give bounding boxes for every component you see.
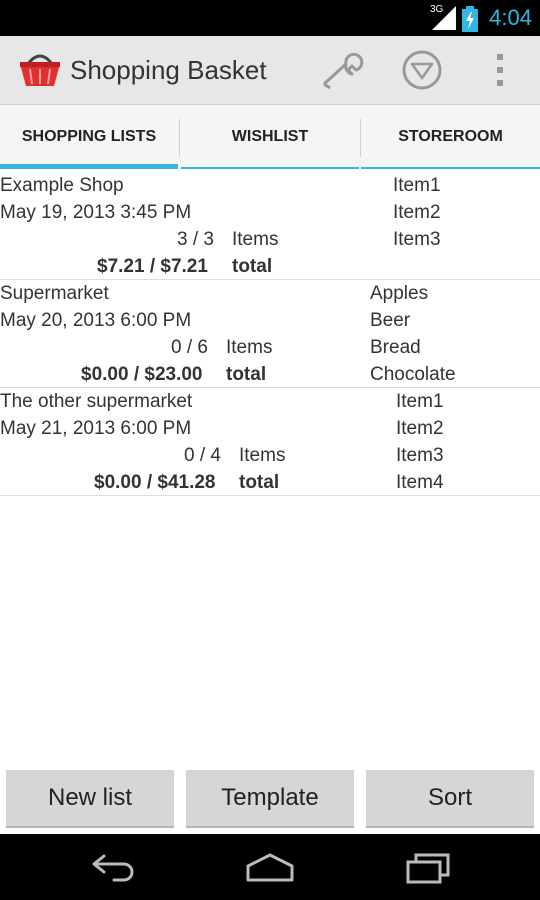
list-date: May 21, 2013 6:00 PM [0,418,192,439]
list-item: Chocolate [370,364,456,385]
tab-shopping-lists[interactable]: SHOPPING LISTS [0,105,178,169]
list-item: Item2 [396,418,444,439]
recent-apps-icon[interactable] [404,850,454,884]
list-row-example-shop[interactable]: Example Shop May 19, 2013 3:45 PM 3 / 3 … [0,172,540,280]
items-label: Items [232,229,279,250]
template-button[interactable]: Template [186,770,354,828]
total-label: total [239,472,280,493]
list-item: Beer [370,310,411,331]
tab-indicator [361,167,540,169]
clock: 4:04 [489,5,532,30]
list-name: Supermarket [0,283,109,304]
list-item: Item4 [396,472,444,493]
battery-charging-icon [462,6,478,32]
tab-bar: SHOPPING LISTS WISHLIST STOREROOM [0,105,540,169]
basket-icon [20,54,60,86]
tab-indicator [181,167,359,169]
back-icon[interactable] [90,852,138,882]
sort-button[interactable]: Sort [366,770,534,828]
bottom-button-bar: New list Template Sort [0,770,540,832]
item-count: 0 / 6 [171,337,208,358]
wrench-icon[interactable] [318,50,368,90]
list-item: Item3 [396,445,444,466]
shopping-lists: Example Shop May 19, 2013 3:45 PM 3 / 3 … [0,172,540,496]
tab-indicator [0,164,178,169]
total-label: total [232,256,273,277]
tab-label: SHOPPING LISTS [21,128,157,145]
price-summary: $7.21 / $7.21 [97,256,208,277]
items-label: Items [226,337,273,358]
filter-icon[interactable] [400,48,444,92]
list-item: Item1 [396,391,444,412]
tab-divider [179,119,180,157]
price-summary: $0.00 / $23.00 [81,364,203,385]
list-row-the-other-supermarket[interactable]: The other supermarket May 21, 2013 6:00 … [0,388,540,496]
system-nav-bar [0,834,540,900]
status-bar: 3G 4:04 [0,0,540,36]
list-item: Apples [370,283,429,304]
list-date: May 20, 2013 6:00 PM [0,310,192,331]
list-item: Item1 [393,175,441,196]
list-name: Example Shop [0,175,124,196]
app-title: Shopping Basket [70,55,267,85]
list-name: The other supermarket [0,391,193,412]
list-item: Item2 [393,202,441,223]
list-row-supermarket[interactable]: Supermarket May 20, 2013 6:00 PM 0 / 6 I… [0,280,540,388]
list-item: Bread [370,337,421,358]
items-label: Items [239,445,286,466]
tab-wishlist[interactable]: WISHLIST [181,105,359,169]
total-label: total [226,364,267,385]
tab-label: STOREROOM [398,128,503,145]
list-item: Item3 [393,229,441,250]
home-icon[interactable] [244,852,296,882]
overflow-menu-icon[interactable] [488,52,512,88]
action-bar: Shopping Basket [0,36,540,105]
item-count: 0 / 4 [184,445,221,466]
list-date: May 19, 2013 3:45 PM [0,202,192,223]
new-list-button[interactable]: New list [6,770,174,828]
signal-icon [432,6,456,30]
item-count: 3 / 3 [177,229,214,250]
price-summary: $0.00 / $41.28 [94,472,216,493]
tab-label: WISHLIST [231,128,309,145]
tab-storeroom[interactable]: STOREROOM [361,105,540,169]
